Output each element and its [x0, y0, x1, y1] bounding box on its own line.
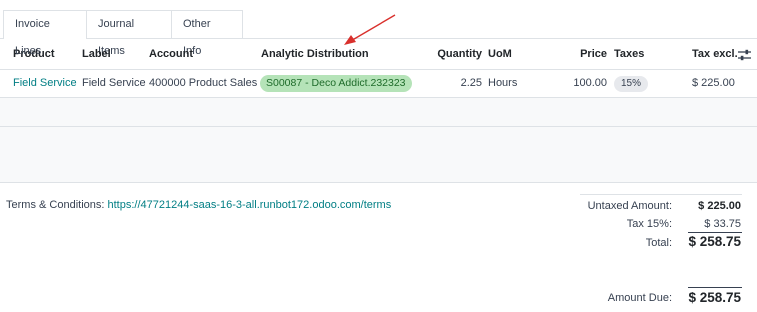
total-label: Total:: [645, 237, 672, 249]
header-uom[interactable]: UoM: [488, 39, 512, 69]
amount-due-value: $ 258.75: [688, 290, 741, 305]
header-taxes[interactable]: Taxes: [614, 39, 644, 69]
terms-label: Terms & Conditions:: [6, 199, 108, 211]
table-row[interactable]: Field Service Field Service 400000 Produ…: [0, 69, 757, 98]
cell-uom[interactable]: Hours: [488, 69, 517, 97]
tab-invoice-lines[interactable]: Invoice Lines: [3, 10, 87, 57]
tab-other-info[interactable]: Other Info: [171, 10, 243, 57]
header-analytic-distribution[interactable]: Analytic Distribution: [261, 39, 369, 69]
total-separator: [688, 232, 742, 233]
amount-due-separator: [688, 287, 742, 288]
header-quantity[interactable]: Quantity: [437, 39, 482, 69]
cell-account[interactable]: 400000 Product Sales: [149, 69, 257, 97]
untaxed-amount-value: $ 225.00: [698, 200, 741, 212]
untaxed-amount-label: Untaxed Amount:: [587, 200, 672, 212]
cell-price[interactable]: 100.00: [573, 69, 607, 97]
header-account[interactable]: Account: [149, 39, 193, 69]
tax-label: Tax 15%:: [626, 218, 672, 230]
analytic-tag[interactable]: S00087 - Deco Addict.232323: [260, 75, 412, 92]
header-price[interactable]: Price: [580, 39, 607, 69]
totals-divider: [580, 194, 742, 195]
invoice-lines-header: Product Label Account Analytic Distribut…: [0, 39, 757, 70]
terms-conditions: Terms & Conditions: https://47721244-saa…: [6, 199, 391, 211]
cell-label[interactable]: Field Service: [82, 69, 146, 97]
cell-analytic-distribution[interactable]: S00087 - Deco Addict.232323: [260, 69, 412, 97]
tax-value: $ 33.75: [704, 218, 741, 230]
cell-product[interactable]: Field Service: [13, 69, 77, 97]
header-tax-excl[interactable]: Tax excl.: [692, 39, 738, 69]
sliders-icon[interactable]: [738, 49, 751, 61]
tab-journal-items[interactable]: Journal Items: [86, 10, 172, 57]
cell-quantity[interactable]: 2.25: [461, 69, 482, 97]
terms-link[interactable]: https://47721244-saas-16-3-all.runbot172…: [107, 199, 391, 211]
empty-row: [0, 155, 757, 183]
header-label[interactable]: Label: [82, 39, 111, 69]
total-value: $ 258.75: [688, 234, 741, 249]
empty-row: [0, 98, 757, 127]
cell-taxes[interactable]: 15%: [614, 69, 649, 97]
amount-due-label: Amount Due:: [607, 292, 672, 304]
tax-tag[interactable]: 15%: [614, 76, 649, 92]
cell-tax-excl: $ 225.00: [692, 77, 735, 89]
empty-row: [0, 127, 757, 156]
